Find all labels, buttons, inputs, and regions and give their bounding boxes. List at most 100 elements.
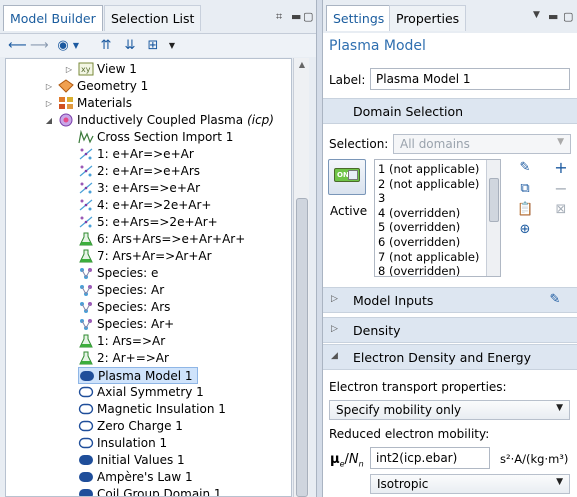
tree-item[interactable]: Initial Values 1 — [78, 452, 185, 469]
section-domain-selection[interactable]: Domain Selection — [323, 98, 577, 124]
symbol-n: N — [348, 452, 359, 467]
isotropic-combo[interactable]: Isotropic ▼ — [370, 474, 570, 494]
tree-item[interactable]: Plasma Model 1 — [78, 367, 198, 384]
tree-item[interactable]: Coil Group Domain 1 — [78, 486, 222, 496]
tree-item-label: 7: Ars+Ar=>Ar+Ar — [97, 249, 212, 263]
selection-combo[interactable]: All domains ▼ — [393, 134, 571, 154]
tree-item-label: 1: e+Ar=>e+Ar — [97, 147, 194, 161]
tree-item-label: 5: e+Ars=>2e+Ar+ — [97, 215, 218, 229]
minimize-icon[interactable]: ▬ — [291, 10, 301, 23]
svg-text:xy: xy — [81, 65, 91, 74]
tree-item[interactable]: Ampère's Law 1 — [78, 469, 193, 486]
list-item[interactable]: 2 (not applicable) — [378, 177, 479, 192]
chevron-down-icon: ▼ — [556, 477, 563, 487]
tab-properties[interactable]: Properties — [389, 5, 467, 31]
listbox-scrollbar[interactable] — [486, 160, 500, 276]
reaction-icon — [78, 181, 94, 195]
tree-item-label: Inductively Coupled Plasma — [77, 113, 244, 127]
collapse-all-icon[interactable]: ⇊ — [122, 38, 138, 54]
pane-menu-icon[interactable]: ▼ — [533, 10, 540, 20]
chevron-right-icon[interactable]: ▷ — [44, 95, 54, 112]
forward-arrow-icon[interactable]: ⟶ — [30, 38, 49, 54]
tree-item-label: 2: Ar+=>Ar — [97, 351, 169, 365]
tree-item[interactable]: ▷ Materials — [46, 95, 133, 112]
pane-menu-icon[interactable]: ⌗ — [276, 10, 282, 24]
domain-listbox[interactable]: 1 (not applicable) 2 (not applicable) 3 4 (… — [374, 159, 501, 277]
tree-item[interactable]: 2: Ar+=>Ar — [78, 350, 169, 367]
label-field[interactable]: Plasma Model 1 — [370, 68, 570, 90]
reaction-icon — [78, 147, 94, 161]
tree-item[interactable]: 7: Ars+Ar=>Ar+Ar — [78, 248, 212, 265]
add-to-selection-icon[interactable]: ✎ — [517, 160, 533, 176]
expand-all-icon[interactable]: ⇈ — [98, 38, 114, 54]
scroll-up-icon[interactable]: ▲ — [294, 60, 310, 69]
tree-item-label: Materials — [77, 96, 133, 110]
left-tab-bar: Model Builder Selection List ⌗ ▬ ▢ — [0, 0, 316, 33]
right-tab-bar: Settings Properties ▼ ▬ ▢ — [323, 0, 577, 33]
tree-item[interactable]: ▷ Geometry 1 — [46, 78, 149, 95]
tree-scrollbar[interactable]: ▲ — [293, 58, 309, 497]
edit-icon[interactable]: ✎ — [547, 292, 563, 308]
mobility-units: s²·A/(kg·m³) — [500, 452, 569, 466]
section-density[interactable]: ▷ Density — [323, 317, 577, 343]
model-builder-toolbar: ⟵ ⟶ ◉ ▼ ⇈ ⇊ ⊞ ▼ — [0, 33, 316, 57]
tree-item[interactable]: 5: e+Ars=>2e+Ar+ — [78, 214, 218, 231]
chevron-right-icon[interactable]: ▷ — [64, 61, 74, 78]
tree-item-label: Axial Symmetry 1 — [97, 385, 204, 399]
tab-model-builder[interactable]: Model Builder — [3, 5, 103, 31]
chevron-right-icon[interactable]: ▷ — [44, 78, 54, 95]
section-model-inputs[interactable]: ▷ Model Inputs ✎ — [323, 287, 577, 313]
list-item[interactable]: 4 (overridden) — [378, 206, 460, 221]
maximize-icon[interactable]: ▢ — [563, 10, 573, 23]
tree-item[interactable]: Zero Charge 1 — [78, 418, 183, 435]
remove-icon[interactable]: − — [553, 181, 569, 197]
tree-item[interactable]: Species: e — [78, 265, 158, 282]
tree-item[interactable]: 4: e+Ar=>2e+Ar+ — [78, 197, 211, 214]
back-arrow-icon[interactable]: ⟵ — [8, 38, 27, 54]
view-icon: xy — [78, 62, 94, 76]
tree-item[interactable]: ◢ Inductively Coupled Plasma (icp) — [46, 112, 274, 129]
list-item[interactable]: 8 (overridden) — [378, 264, 460, 276]
tab-selection-list[interactable]: Selection List — [104, 5, 202, 31]
list-item[interactable]: 5 (overridden) — [378, 220, 460, 235]
tree-item[interactable]: Species: Ar — [78, 282, 164, 299]
list-item[interactable]: 6 (overridden) — [378, 235, 460, 250]
tree-item[interactable]: Magnetic Insulation 1 — [78, 401, 226, 418]
list-item[interactable]: 7 (not applicable) — [378, 250, 479, 265]
chevron-down-icon[interactable]: ▼ — [68, 38, 84, 54]
chevron-down-icon[interactable]: ◢ — [44, 112, 54, 129]
paste-icon[interactable]: 📋 — [517, 202, 533, 218]
tree-item[interactable]: 1: e+Ar=>e+Ar — [78, 146, 194, 163]
tree-item-label: Geometry 1 — [77, 79, 149, 93]
add-icon[interactable]: + — [553, 160, 569, 176]
tree-item[interactable]: Insulation 1 — [78, 435, 167, 452]
minimize-icon[interactable]: ▬ — [548, 10, 558, 23]
tree-item[interactable]: Axial Symmetry 1 — [78, 384, 204, 401]
transport-combo[interactable]: Specify mobility only ▼ — [329, 400, 570, 420]
list-item[interactable]: 3 — [378, 191, 385, 206]
active-toggle-button[interactable]: ON — [328, 159, 366, 195]
tree-item[interactable]: Species: Ar+ — [78, 316, 174, 333]
maximize-icon[interactable]: ▢ — [303, 10, 313, 23]
section-electron-density-energy[interactable]: ◢ Electron Density and Energy — [323, 344, 577, 370]
zoom-to-selection-icon[interactable]: ⊕ — [517, 222, 533, 238]
tree-item[interactable]: 6: Ars+Ars=>e+Ar+Ar+ — [78, 231, 245, 248]
tree-item-label: Species: e — [97, 266, 159, 280]
clear-selection-icon[interactable]: ⊠ — [553, 202, 569, 218]
section-title: Electron Density and Energy — [353, 350, 531, 365]
tree-item[interactable]: ▷ xy View 1 — [66, 61, 137, 78]
scrollbar-thumb[interactable] — [296, 198, 308, 497]
active-caption: Active — [330, 204, 368, 218]
tree-item[interactable]: Species: Ars — [78, 299, 170, 316]
tree-item[interactable]: 1: Ars=>Ar — [78, 333, 165, 350]
list-item[interactable]: 1 (not applicable) — [378, 162, 479, 177]
tree-item[interactable]: Cross Section Import 1 — [78, 129, 233, 146]
tree-view-icon[interactable]: ⊞ — [145, 38, 161, 54]
copy-icon[interactable]: ⧉ — [517, 181, 533, 197]
tree-item[interactable]: 2: e+Ar=>e+Ars — [78, 163, 200, 180]
tab-settings[interactable]: Settings — [326, 5, 392, 31]
chevron-down-icon[interactable]: ▼ — [164, 38, 180, 54]
listbox-scrollbar-thumb[interactable] — [489, 178, 499, 222]
mobility-expression-field[interactable]: int2(icp.ebar) — [370, 447, 490, 469]
tree-item[interactable]: 3: e+Ars=>e+Ar — [78, 180, 200, 197]
